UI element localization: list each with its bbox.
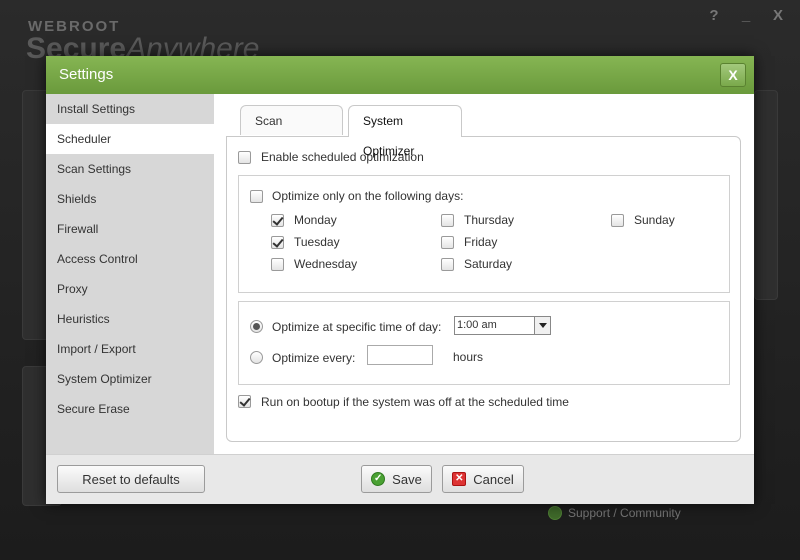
settings-content: Scan Schedule System Optimizer Enable sc…: [214, 94, 754, 454]
settings-dialog: Settings X Install Settings Scheduler Sc…: [46, 56, 754, 504]
optimize-days-label: Optimize only on the following days:: [272, 189, 464, 203]
sidebar-item-system-optimizer[interactable]: System Optimizer: [46, 364, 214, 394]
run-on-bootup-label: Run on bootup if the system was off at t…: [261, 395, 569, 409]
monday-checkbox[interactable]: [271, 214, 284, 227]
optimize-every-radio[interactable]: [250, 351, 263, 364]
time-of-day-select[interactable]: 1:00 am: [454, 316, 551, 335]
tuesday-checkbox[interactable]: [271, 236, 284, 249]
window-close-button[interactable]: X: [762, 4, 794, 28]
friday-label: Friday: [464, 235, 498, 249]
save-label: Save: [392, 471, 422, 487]
saturday-label: Saturday: [464, 257, 513, 271]
friday-checkbox[interactable]: [441, 236, 454, 249]
sidebar-item-shields[interactable]: Shields: [46, 184, 214, 214]
specific-time-radio[interactable]: [250, 320, 263, 333]
saturday-checkbox[interactable]: [441, 258, 454, 271]
sidebar-item-heuristics[interactable]: Heuristics: [46, 304, 214, 334]
system-optimizer-panel: Enable scheduled optimization Optimize o…: [226, 136, 741, 442]
sidebar-item-firewall[interactable]: Firewall: [46, 214, 214, 244]
time-groupbox: Optimize at specific time of day: 1:00 a…: [238, 301, 730, 385]
sidebar-item-access-control[interactable]: Access Control: [46, 244, 214, 274]
sidebar-item-scheduler[interactable]: Scheduler: [46, 124, 214, 154]
dialog-title: Settings: [59, 66, 114, 83]
sidebar-item-install-settings[interactable]: Install Settings: [46, 94, 214, 124]
dialog-close-button[interactable]: X: [720, 63, 746, 87]
sidebar-item-secure-erase[interactable]: Secure Erase: [46, 394, 214, 424]
optimize-days-checkbox[interactable]: [250, 190, 263, 203]
save-button[interactable]: ✓ Save: [361, 465, 432, 493]
cancel-label: Cancel: [473, 471, 514, 487]
dialog-titlebar: Settings X: [46, 56, 754, 94]
reset-to-defaults-button[interactable]: Reset to defaults: [57, 465, 205, 493]
run-on-bootup-checkbox[interactable]: [238, 395, 251, 408]
window-controls: ? _ X: [698, 4, 794, 28]
sidebar-item-import-export[interactable]: Import / Export: [46, 334, 214, 364]
monday-label: Monday: [294, 213, 337, 227]
cancel-x-icon: ✕: [452, 472, 467, 486]
support-community-link[interactable]: Support / Community: [548, 506, 681, 520]
tab-system-optimizer[interactable]: System Optimizer: [348, 105, 462, 158]
chevron-down-icon[interactable]: [534, 317, 550, 334]
thursday-checkbox[interactable]: [441, 214, 454, 227]
enable-scheduled-optimization-checkbox[interactable]: [238, 151, 251, 164]
cancel-button[interactable]: ✕ Cancel: [442, 465, 524, 493]
optimize-every-hours-input[interactable]: [367, 345, 433, 365]
sunday-checkbox[interactable]: [611, 214, 624, 227]
sidebar-item-proxy[interactable]: Proxy: [46, 274, 214, 304]
settings-sidebar: Install Settings Scheduler Scan Settings…: [46, 94, 214, 454]
time-of-day-value: 1:00 am: [457, 319, 497, 331]
support-community-label: Support / Community: [568, 506, 681, 520]
optimize-every-label: Optimize every:: [272, 351, 356, 365]
thursday-label: Thursday: [464, 213, 515, 227]
tuesday-label: Tuesday: [294, 235, 340, 249]
tab-scan-schedule[interactable]: Scan Schedule: [240, 105, 343, 158]
help-button[interactable]: ?: [698, 4, 730, 28]
wednesday-label: Wednesday: [294, 257, 358, 271]
checkmark-icon: ✓: [371, 472, 386, 486]
sunday-label: Sunday: [634, 213, 675, 227]
days-groupbox: Optimize only on the following days: Mon…: [238, 175, 730, 293]
check-circle-icon: [548, 506, 562, 520]
dialog-footer: Reset to defaults ✓ Save ✕ Cancel: [46, 454, 754, 504]
background-panel-right: [754, 90, 778, 300]
hours-label: hours: [453, 350, 484, 364]
sidebar-item-scan-settings[interactable]: Scan Settings: [46, 154, 214, 184]
minimize-button[interactable]: _: [730, 4, 762, 28]
reset-to-defaults-label: Reset to defaults: [82, 471, 180, 487]
specific-time-label: Optimize at specific time of day:: [272, 320, 442, 334]
wednesday-checkbox[interactable]: [271, 258, 284, 271]
